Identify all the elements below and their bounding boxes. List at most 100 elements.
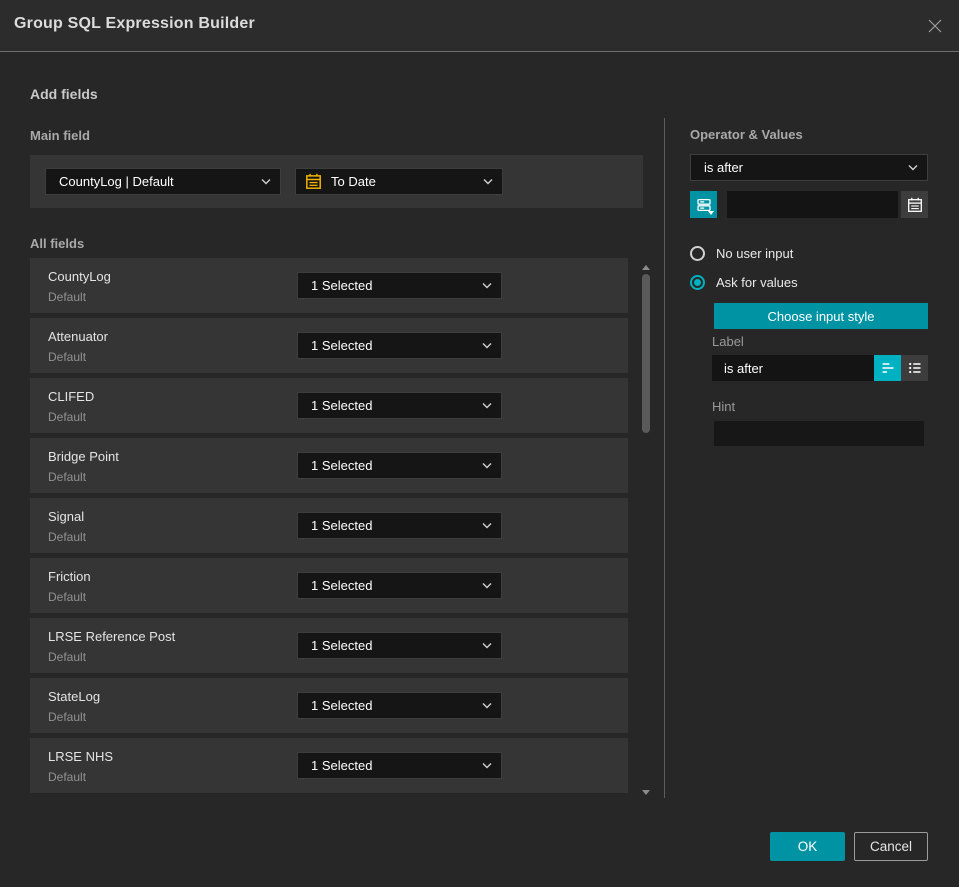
field-values-select-value: 1 Selected [311,758,373,773]
chevron-down-icon [908,165,918,171]
chevron-down-icon [482,523,492,529]
close-button[interactable] [921,12,949,40]
chevron-down-icon [482,403,492,409]
field-subtitle: Default [48,350,87,364]
label-caption: Label [712,334,744,349]
main-field-select[interactable]: CountyLog | Default [45,168,281,195]
all-fields-label: All fields [30,236,85,251]
choose-input-style-button[interactable]: Choose input style [714,303,928,329]
field-values-select[interactable]: 1 Selected [297,452,502,479]
list-scrollbar[interactable] [638,260,654,798]
operator-select[interactable]: is after [690,154,928,181]
field-subtitle: Default [48,650,87,664]
bullet-list-icon [908,362,920,374]
radio-circle-checked-icon [690,274,705,290]
field-values-select-value: 1 Selected [311,458,373,473]
radio-no-user-input[interactable]: No user input [690,245,793,261]
chevron-down-icon [482,283,492,289]
field-values-select[interactable]: 1 Selected [297,332,502,359]
date-picker-button[interactable] [901,191,928,218]
field-row: CountyLog Default 1 Selected [30,258,628,313]
field-subtitle: Default [48,770,87,784]
field-row: Friction Default 1 Selected [30,558,628,613]
field-subtitle: Default [48,470,87,484]
radio-circle-icon [690,245,705,261]
field-row: Signal Default 1 Selected [30,498,628,553]
hint-caption: Hint [712,399,736,414]
field-values-select-value: 1 Selected [311,578,373,593]
calendar-icon [306,173,321,189]
field-row: LRSE NHS Default 1 Selected [30,738,628,793]
field-subtitle: Default [48,530,87,544]
calendar-icon [907,197,922,212]
field-values-select-value: 1 Selected [311,638,373,653]
field-values-select-value: 1 Selected [311,698,373,713]
all-fields-list: CountyLog Default 1 Selected Attenuator Defa… [30,258,628,793]
chevron-down-icon [482,463,492,469]
field-row: StateLog Default 1 Selected [30,678,628,733]
field-subtitle: Default [48,590,87,604]
scroll-down-arrow-icon[interactable] [642,790,650,795]
field-subtitle: Default [48,290,87,304]
group-sql-expression-builder-dialog: Group SQL Expression Builder Add fields … [0,0,959,887]
field-subtitle: Default [48,410,87,424]
align-left-icon [882,363,893,373]
radio-label: No user input [716,245,794,261]
chevron-down-icon [482,763,492,769]
date-field-select[interactable]: To Date [295,168,503,195]
value-source-button[interactable] [690,191,717,218]
field-row: CLIFED Default 1 Selected [30,378,628,433]
field-name: LRSE NHS [48,749,114,764]
radio-ask-for-values[interactable]: Ask for values [690,274,798,290]
operator-values-heading: Operator & Values [690,127,803,142]
dropdown-triangle-icon [708,211,714,215]
chevron-down-icon [261,179,271,185]
close-icon [928,19,942,33]
field-name: Attenuator [48,329,108,344]
radio-label: Ask for values [716,274,798,290]
label-input[interactable] [712,355,874,381]
field-values-select[interactable]: 1 Selected [297,692,502,719]
date-field-select-value: To Date [331,174,376,189]
field-name: StateLog [48,689,101,704]
field-values-select[interactable]: 1 Selected [297,572,502,599]
scrollbar-thumb[interactable] [642,274,650,433]
operator-select-value: is after [704,160,744,175]
main-field-label: Main field [30,128,90,143]
field-name: CountyLog [48,269,111,284]
chevron-down-icon [482,583,492,589]
field-subtitle: Default [48,710,87,724]
ok-button[interactable]: OK [770,832,845,861]
panel-divider [664,118,665,798]
field-name: Bridge Point [48,449,119,464]
field-values-select[interactable]: 1 Selected [297,392,502,419]
list-input-style-button[interactable] [901,355,928,381]
main-field-box: CountyLog | Default To Date [30,155,643,208]
field-row: Attenuator Default 1 Selected [30,318,628,373]
hint-input[interactable] [714,421,924,446]
chevron-down-icon [482,643,492,649]
field-row: LRSE Reference Post Default 1 Selected [30,618,628,673]
chevron-down-icon [482,343,492,349]
field-name: Friction [48,569,91,584]
field-values-select[interactable]: 1 Selected [297,272,502,299]
field-values-select[interactable]: 1 Selected [297,512,502,539]
field-values-select[interactable]: 1 Selected [297,632,502,659]
cancel-button[interactable]: Cancel [854,832,928,861]
field-name: Signal [48,509,85,524]
single-input-style-button[interactable] [874,355,901,381]
scroll-up-arrow-icon[interactable] [642,265,650,270]
field-values-select-value: 1 Selected [311,278,373,293]
field-values-select[interactable]: 1 Selected [297,752,502,779]
main-field-select-value: CountyLog | Default [59,174,174,189]
field-values-select-value: 1 Selected [311,518,373,533]
value-input[interactable] [727,191,898,218]
chevron-down-icon [482,703,492,709]
add-fields-heading: Add fields [30,86,98,102]
chevron-down-icon [483,179,493,185]
dialog-title: Group SQL Expression Builder [14,15,255,32]
field-values-select-value: 1 Selected [311,338,373,353]
field-values-select-value: 1 Selected [311,398,373,413]
field-row: Bridge Point Default 1 Selected [30,438,628,493]
field-name: LRSE Reference Post [48,629,176,644]
